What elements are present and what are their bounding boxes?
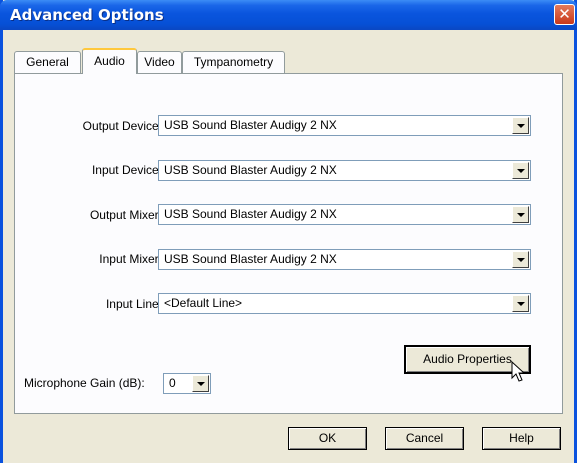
input-device-select[interactable]: USB Sound Blaster Audigy 2 NX (158, 160, 531, 181)
chevron-down-icon[interactable] (512, 251, 529, 268)
chevron-down-icon[interactable] (512, 162, 529, 179)
microphone-gain-select[interactable]: 0 (163, 373, 211, 394)
output-mixer-label: Output Mixer: (89, 208, 162, 222)
input-device-value: USB Sound Blaster Audigy 2 NX (164, 163, 337, 177)
output-mixer-select[interactable]: USB Sound Blaster Audigy 2 NX (158, 204, 531, 225)
microphone-gain-value: 0 (169, 376, 176, 390)
output-device-label: Output Device: (82, 119, 162, 133)
input-line-label: Input Line: (105, 297, 162, 311)
audio-tab-panel: Output Device: USB Sound Blaster Audigy … (14, 73, 563, 414)
chevron-down-icon[interactable] (512, 117, 529, 134)
tab-tympanometry[interactable]: Tympanometry (182, 51, 285, 73)
window-title: Advanced Options (10, 6, 164, 24)
tab-video-label: Video (144, 55, 175, 69)
advanced-options-dialog: Advanced Options ✕ General Audio Video T… (0, 0, 577, 463)
input-line-select[interactable]: <Default Line> (158, 293, 531, 314)
mouse-pointer-icon (511, 361, 526, 382)
tab-audio[interactable]: Audio (82, 48, 137, 74)
input-mixer-select[interactable]: USB Sound Blaster Audigy 2 NX (158, 249, 531, 270)
title-bar[interactable]: Advanced Options ✕ (0, 0, 577, 30)
ok-button[interactable]: OK (288, 427, 367, 450)
chevron-down-icon[interactable] (192, 375, 209, 392)
cancel-button[interactable]: Cancel (385, 427, 464, 450)
microphone-gain-label: Microphone Gain (dB): (24, 376, 145, 390)
tab-audio-label: Audio (94, 54, 125, 68)
close-button[interactable]: ✕ (554, 4, 575, 25)
output-device-select[interactable]: USB Sound Blaster Audigy 2 NX (158, 115, 531, 136)
input-device-label: Input Device: (91, 163, 162, 177)
input-mixer-label: Input Mixer: (99, 252, 162, 266)
tab-video[interactable]: Video (137, 51, 182, 73)
help-button[interactable]: Help (482, 427, 561, 450)
input-mixer-value: USB Sound Blaster Audigy 2 NX (164, 252, 337, 266)
tab-general[interactable]: General (14, 51, 81, 73)
input-line-value: <Default Line> (164, 296, 243, 310)
chevron-down-icon[interactable] (512, 295, 529, 312)
output-mixer-value: USB Sound Blaster Audigy 2 NX (164, 207, 337, 221)
output-device-value: USB Sound Blaster Audigy 2 NX (164, 118, 337, 132)
chevron-down-icon[interactable] (512, 206, 529, 223)
close-icon: ✕ (558, 5, 571, 23)
tab-general-label: General (26, 55, 69, 69)
tab-tympanometry-label: Tympanometry (193, 55, 274, 69)
